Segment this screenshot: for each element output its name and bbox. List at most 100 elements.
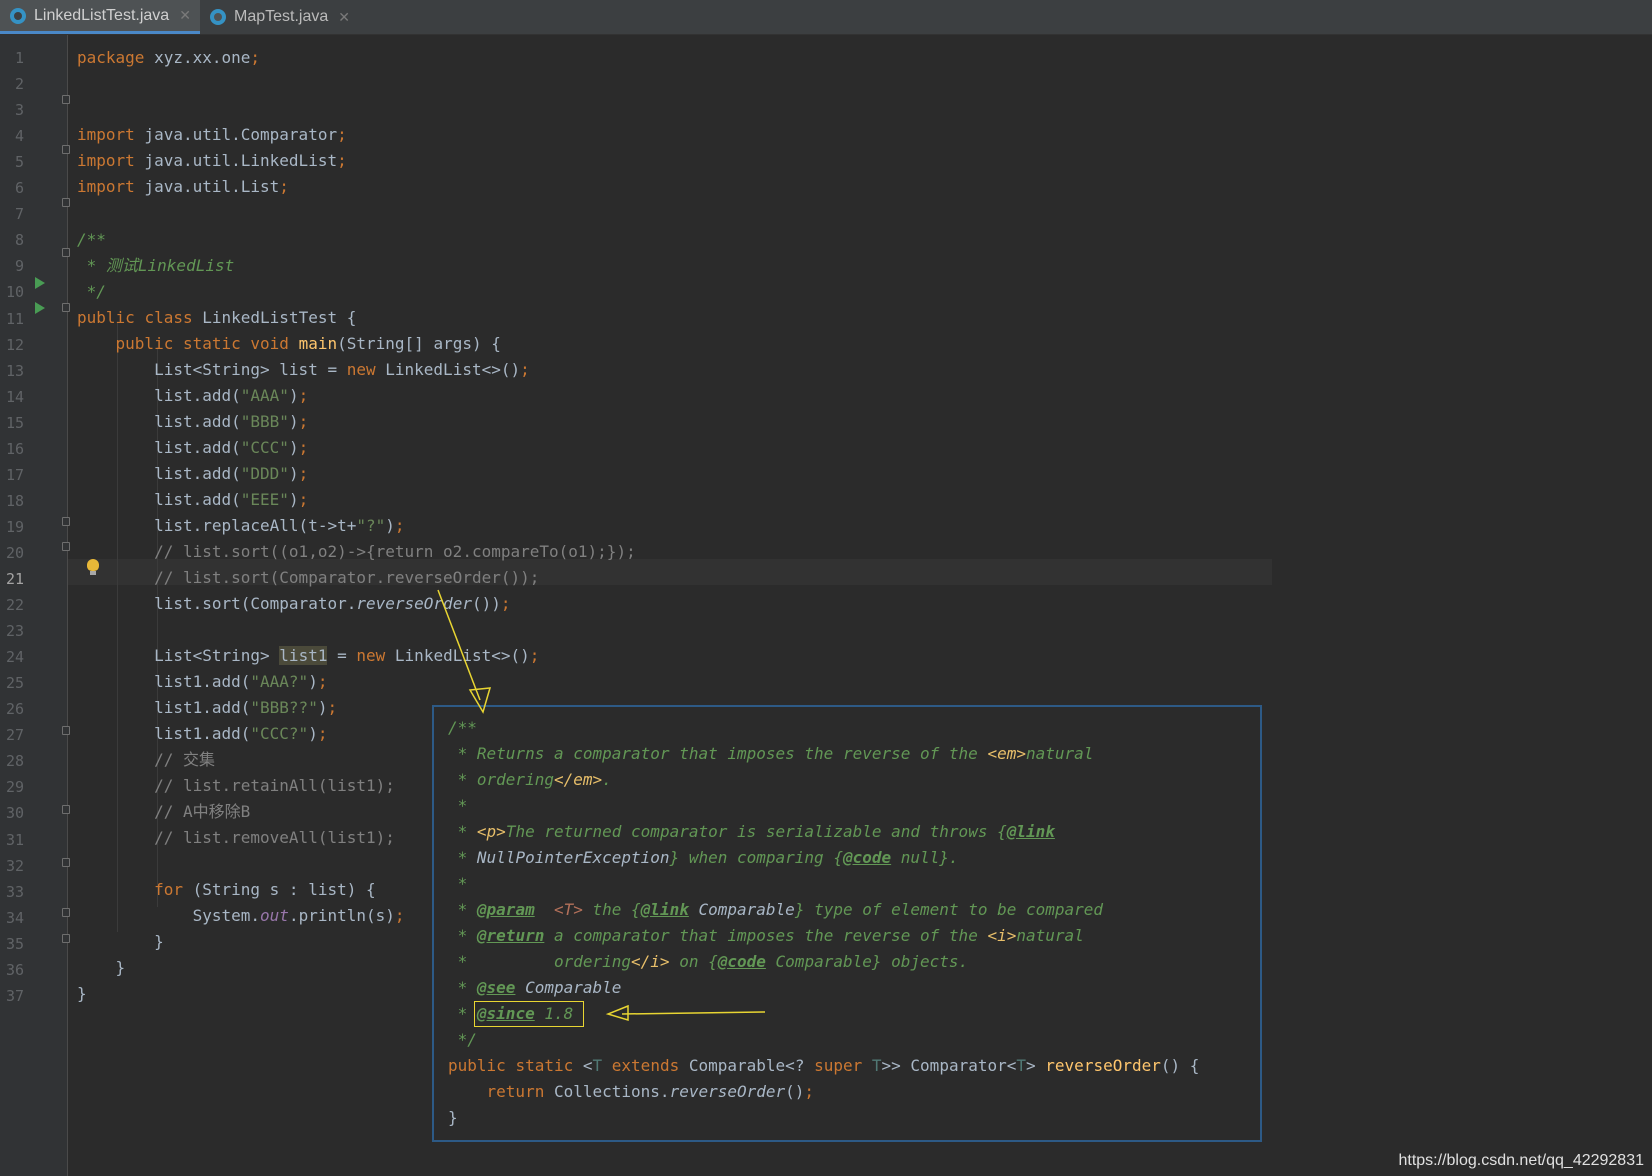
code-line: list.replaceAll(t->t+"?"); (154, 516, 405, 535)
code-line: List<String> list = new LinkedList<>(); (154, 360, 530, 379)
line-number[interactable]: 22 (0, 592, 24, 618)
line-number[interactable]: 37 (0, 983, 24, 1009)
doc-line: * NullPointerException} when comparing {… (448, 848, 959, 867)
fold-icon[interactable] (62, 145, 70, 154)
code-line-current: list.sort(Comparator.reverseOrder()); (154, 594, 511, 613)
fold-icon[interactable] (62, 248, 70, 257)
code-line: import java.util.LinkedList; (77, 151, 347, 170)
doc-line: * @return a comparator that imposes the … (448, 926, 1084, 945)
code-line: } (77, 984, 87, 1003)
line-number[interactable]: 16 (0, 436, 24, 462)
line-number[interactable]: 27 (0, 722, 24, 748)
line-number[interactable]: 20 (0, 540, 24, 566)
doc-line: * @see Comparable (448, 978, 622, 997)
doc-line: * @param <T> the {@link Comparable} type… (448, 900, 1104, 919)
line-number[interactable]: 7 (0, 201, 24, 227)
line-number[interactable]: 15 (0, 410, 24, 436)
body-line: } (448, 1108, 458, 1127)
line-number[interactable]: 32 (0, 853, 24, 879)
code-line: list.add("EEE"); (154, 490, 309, 509)
line-number[interactable]: 23 (0, 618, 24, 644)
java-class-icon (210, 9, 226, 25)
fold-icon[interactable] (62, 517, 70, 526)
line-number[interactable]: 14 (0, 384, 24, 410)
code-line: import java.util.Comparator; (77, 125, 347, 144)
doc-line: */ (448, 1030, 477, 1049)
code-line: list.add("DDD"); (154, 464, 309, 483)
code-line: List<String> list1 = new LinkedList<>(); (154, 646, 540, 665)
fold-icon[interactable] (62, 858, 70, 867)
fold-icon[interactable] (62, 726, 70, 735)
line-number[interactable]: 11 (0, 306, 24, 332)
code-line: // list.removeAll(list1); (154, 828, 395, 847)
code-line: list1.add("AAA?"); (154, 672, 328, 691)
line-number[interactable]: 28 (0, 748, 24, 774)
tab-maptest[interactable]: MapTest.java ✕ (200, 0, 358, 34)
line-number[interactable]: 35 (0, 931, 24, 957)
line-number[interactable]: 19 (0, 514, 24, 540)
line-number[interactable]: 36 (0, 957, 24, 983)
doc-line: * Returns a comparator that imposes the … (448, 744, 1094, 763)
code-line: */ (77, 282, 106, 301)
code-line: // list.retainAll(list1); (154, 776, 395, 795)
code-line: list.add("BBB"); (154, 412, 309, 431)
line-number[interactable]: 33 (0, 879, 24, 905)
tab-label: LinkedListTest.java (34, 6, 170, 24)
doc-line: * (448, 796, 468, 815)
line-number[interactable]: 17 (0, 462, 24, 488)
line-number[interactable]: 5 (0, 149, 24, 175)
doc-line: * ordering</em>. (448, 770, 612, 789)
line-number[interactable]: 26 (0, 696, 24, 722)
code-line: // list.sort(Comparator.reverseOrder()); (154, 568, 540, 587)
doc-line: /** (448, 718, 477, 737)
line-number[interactable]: 8 (0, 227, 24, 253)
fold-icon[interactable] (62, 805, 70, 814)
watermark: https://blog.csdn.net/qq_42292831 (1398, 1152, 1644, 1169)
line-number[interactable]: 29 (0, 774, 24, 800)
run-class-icon[interactable] (35, 277, 45, 289)
line-number[interactable]: 24 (0, 644, 24, 670)
editor-tab-bar: LinkedListTest.java ✕ MapTest.java ✕ (0, 0, 1652, 35)
body-line: return Collections.reverseOrder(); (486, 1082, 815, 1101)
code-line: } (115, 958, 126, 977)
signature-line: public static <T extends Comparable<? su… (448, 1056, 1200, 1075)
line-number[interactable]: 31 (0, 827, 24, 853)
line-number[interactable]: 21 (0, 566, 24, 592)
line-number[interactable]: 18 (0, 488, 24, 514)
line-number[interactable]: 6 (0, 175, 24, 201)
line-number[interactable]: 25 (0, 670, 24, 696)
line-number[interactable]: 34 (0, 905, 24, 931)
fold-icon[interactable] (62, 95, 70, 104)
java-class-icon (10, 7, 26, 24)
line-number[interactable]: 30 (0, 800, 24, 826)
code-line: // A中移除B (154, 802, 251, 821)
fold-icon[interactable] (62, 303, 70, 312)
tab-label: MapTest.java (234, 8, 329, 25)
quick-documentation-popup[interactable]: /** * Returns a comparator that imposes … (432, 705, 1262, 1142)
line-number[interactable]: 3 (0, 97, 24, 123)
since-highlight-box (474, 1001, 584, 1027)
code-line: for (String s : list) { (154, 880, 376, 899)
line-number[interactable]: 12 (0, 332, 24, 358)
line-number[interactable]: 10 (0, 279, 24, 305)
close-icon[interactable]: ✕ (179, 7, 191, 24)
code-line: list1.add("BBB??"); (154, 698, 338, 717)
doc-line: * <p>The returned comparator is serializ… (448, 822, 1055, 841)
line-number[interactable]: 13 (0, 358, 24, 384)
close-icon[interactable]: ✕ (338, 9, 350, 26)
fold-icon[interactable] (62, 934, 70, 943)
fold-icon[interactable] (62, 908, 70, 917)
line-number[interactable]: 2 (0, 71, 24, 97)
fold-icon[interactable] (62, 198, 70, 207)
code-line: public static void main(String[] args) { (115, 334, 501, 353)
code-line: /** (77, 230, 106, 249)
fold-icon[interactable] (62, 542, 70, 551)
line-number[interactable]: 4 (0, 123, 24, 149)
run-main-icon[interactable] (35, 302, 45, 314)
code-line: } (154, 932, 164, 951)
line-number[interactable]: 1 (0, 45, 24, 71)
code-line: import java.util.List; (77, 177, 289, 196)
line-number[interactable]: 9 (0, 253, 24, 279)
tab-linkedlisttest[interactable]: LinkedListTest.java ✕ (0, 0, 200, 34)
code-line: public class LinkedListTest { (77, 308, 357, 327)
